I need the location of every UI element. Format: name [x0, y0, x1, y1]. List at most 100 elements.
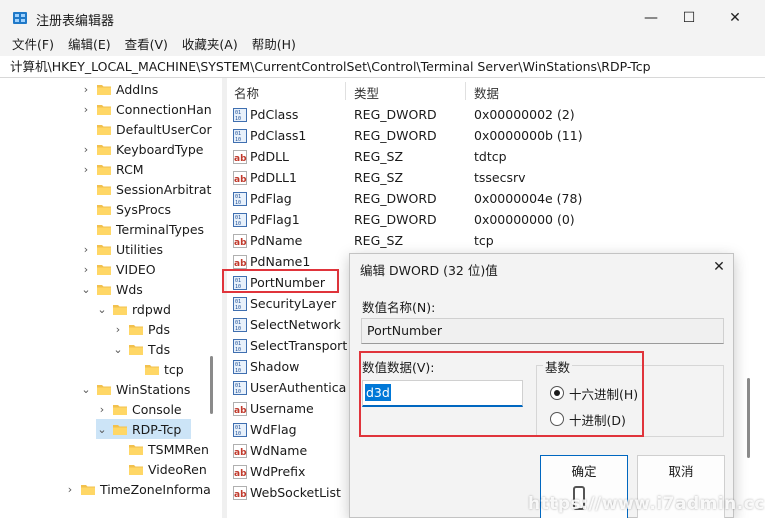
folder-icon [96, 123, 112, 136]
svg-text:10: 10 [235, 389, 241, 395]
value-row[interactable]: 01 10 PdClass1 REG_DWORD 0x0000000b (11) [227, 126, 765, 147]
svg-text:ab: ab [234, 490, 247, 500]
folder-icon [96, 283, 112, 296]
value-name: PdName1 [250, 254, 311, 269]
tree-item[interactable]: › RCM [80, 159, 144, 179]
value-name: SecurityLayer [250, 296, 337, 311]
value-row[interactable]: ab PdName REG_SZ tcp [227, 231, 765, 252]
folder-icon [96, 83, 112, 96]
value-data: 0x0000000b (11) [474, 128, 583, 143]
value-row[interactable]: 01 10 PdFlag1 REG_DWORD 0x00000000 (0) [227, 210, 765, 231]
chevron-right-icon[interactable]: › [80, 243, 92, 256]
tree-item-label: tcp [164, 361, 184, 377]
key-tree[interactable]: › AddIns › ConnectionHan DefaultUserCor › Keyb… [8, 78, 216, 518]
folder-icon [96, 223, 112, 236]
portnumber-highlight [222, 269, 339, 293]
reg-dword-icon: 01 10 [233, 318, 247, 332]
tree-item[interactable]: DefaultUserCor [80, 119, 212, 139]
value-name: WebSocketList [250, 485, 341, 500]
tree-item[interactable]: TerminalTypes [80, 219, 204, 239]
column-type[interactable]: 类型 [354, 83, 379, 102]
menu-file[interactable]: 文件(F) [12, 36, 54, 56]
reg-sz-icon: ab [233, 465, 247, 479]
value-row[interactable]: 01 10 PdClass REG_DWORD 0x00000002 (2) [227, 105, 765, 126]
tree-item-label: AddIns [116, 81, 159, 97]
column-data[interactable]: 数据 [474, 83, 499, 102]
menu-favorites[interactable]: 收藏夹(A) [182, 36, 238, 56]
list-scrollbar-thumb[interactable] [747, 378, 750, 458]
chevron-right-icon[interactable]: › [80, 103, 92, 116]
tree-scrollbar-thumb[interactable] [210, 356, 213, 414]
tree-item-label: TimeZoneInforma [100, 481, 211, 497]
chevron-down-icon[interactable]: ⌄ [80, 383, 92, 396]
menu-edit[interactable]: 编辑(E) [68, 36, 111, 56]
tree-item[interactable]: › Pds [112, 319, 170, 339]
close-icon[interactable]: ✕ [712, 0, 758, 36]
value-name: PdName [250, 233, 303, 248]
value-name: PdFlag1 [250, 212, 300, 227]
menu-help[interactable]: 帮助(H) [252, 36, 296, 56]
maximize-icon[interactable]: ☐ [666, 0, 712, 36]
chevron-right-icon[interactable]: › [96, 403, 108, 416]
chevron-down-icon[interactable]: ⌄ [80, 283, 92, 296]
tree-item[interactable]: SessionArbitrat [80, 179, 211, 199]
value-type: REG_DWORD [354, 212, 437, 227]
folder-icon [128, 343, 144, 356]
folder-icon [96, 383, 112, 396]
value-data: 0x00000002 (2) [474, 107, 575, 122]
value-data: 0x00000000 (0) [474, 212, 575, 227]
address-bar[interactable]: 计算机\HKEY_LOCAL_MACHINE\SYSTEM\CurrentCon… [0, 56, 765, 78]
reg-dword-icon: 01 10 [233, 108, 247, 122]
column-separator[interactable] [345, 82, 346, 100]
value-name: PdClass1 [250, 128, 307, 143]
tree-item[interactable]: › Utilities [80, 239, 163, 259]
chevron-right-icon[interactable]: › [80, 163, 92, 176]
value-name: PdDLL1 [250, 170, 297, 185]
column-separator[interactable] [465, 82, 466, 100]
tree-item[interactable]: › TimeZoneInforma [64, 479, 211, 499]
chevron-right-icon[interactable]: › [80, 83, 92, 96]
chevron-right-icon[interactable]: › [80, 263, 92, 276]
chevron-right-icon[interactable]: › [112, 323, 124, 336]
folder-icon [112, 403, 128, 416]
svg-text:ab: ab [234, 448, 247, 458]
chevron-down-icon[interactable]: ⌄ [96, 303, 108, 316]
menu-view[interactable]: 查看(V) [125, 36, 168, 56]
tree-item[interactable]: › AddIns [80, 79, 159, 99]
tree-item[interactable]: VideoRen [112, 459, 207, 479]
tree-item[interactable]: ⌄ WinStations [80, 379, 190, 399]
reg-dword-icon: 01 10 [233, 297, 247, 311]
chevron-right-icon[interactable]: › [80, 143, 92, 156]
value-type: REG_DWORD [354, 191, 437, 206]
folder-icon [96, 203, 112, 216]
tree-item-label: Tds [148, 341, 171, 357]
tree-item[interactable]: ⌄ RDP-Tcp [96, 419, 192, 439]
tree-item[interactable]: › ConnectionHan [80, 99, 212, 119]
tree-item[interactable]: TSMMRen [112, 439, 209, 459]
chevron-down-icon[interactable]: ⌄ [112, 343, 124, 356]
tree-item[interactable]: › KeyboardType [80, 139, 204, 159]
chevron-right-icon[interactable]: › [64, 483, 76, 496]
tree-item[interactable]: ⌄ rdpwd [96, 299, 171, 319]
chevron-down-icon[interactable]: ⌄ [96, 423, 108, 436]
value-name: UserAuthentica [250, 380, 347, 395]
svg-text:10: 10 [235, 347, 241, 353]
tree-item[interactable]: › VIDEO [80, 259, 156, 279]
column-name[interactable]: 名称 [234, 83, 259, 102]
list-header: 名称 类型 数据 [227, 78, 765, 104]
tree-item[interactable]: › Console [96, 399, 182, 419]
folder-icon [96, 243, 112, 256]
dialog-close-icon[interactable]: ✕ [709, 258, 729, 276]
value-row[interactable]: 01 10 PdFlag REG_DWORD 0x0000004e (78) [227, 189, 765, 210]
value-name: WdName [250, 443, 308, 458]
value-row[interactable]: ab PdDLL REG_SZ tdtcp [227, 147, 765, 168]
tree-item[interactable]: tcp [128, 359, 184, 379]
tree-item[interactable]: ⌄ Tds [112, 339, 170, 359]
tree-item[interactable]: ⌄ Wds [80, 279, 142, 299]
folder-icon [112, 423, 128, 436]
value-row[interactable]: ab PdDLL1 REG_SZ tssecsrv [227, 168, 765, 189]
tree-item[interactable]: SysProcs [80, 199, 171, 219]
svg-text:ab: ab [234, 259, 247, 269]
